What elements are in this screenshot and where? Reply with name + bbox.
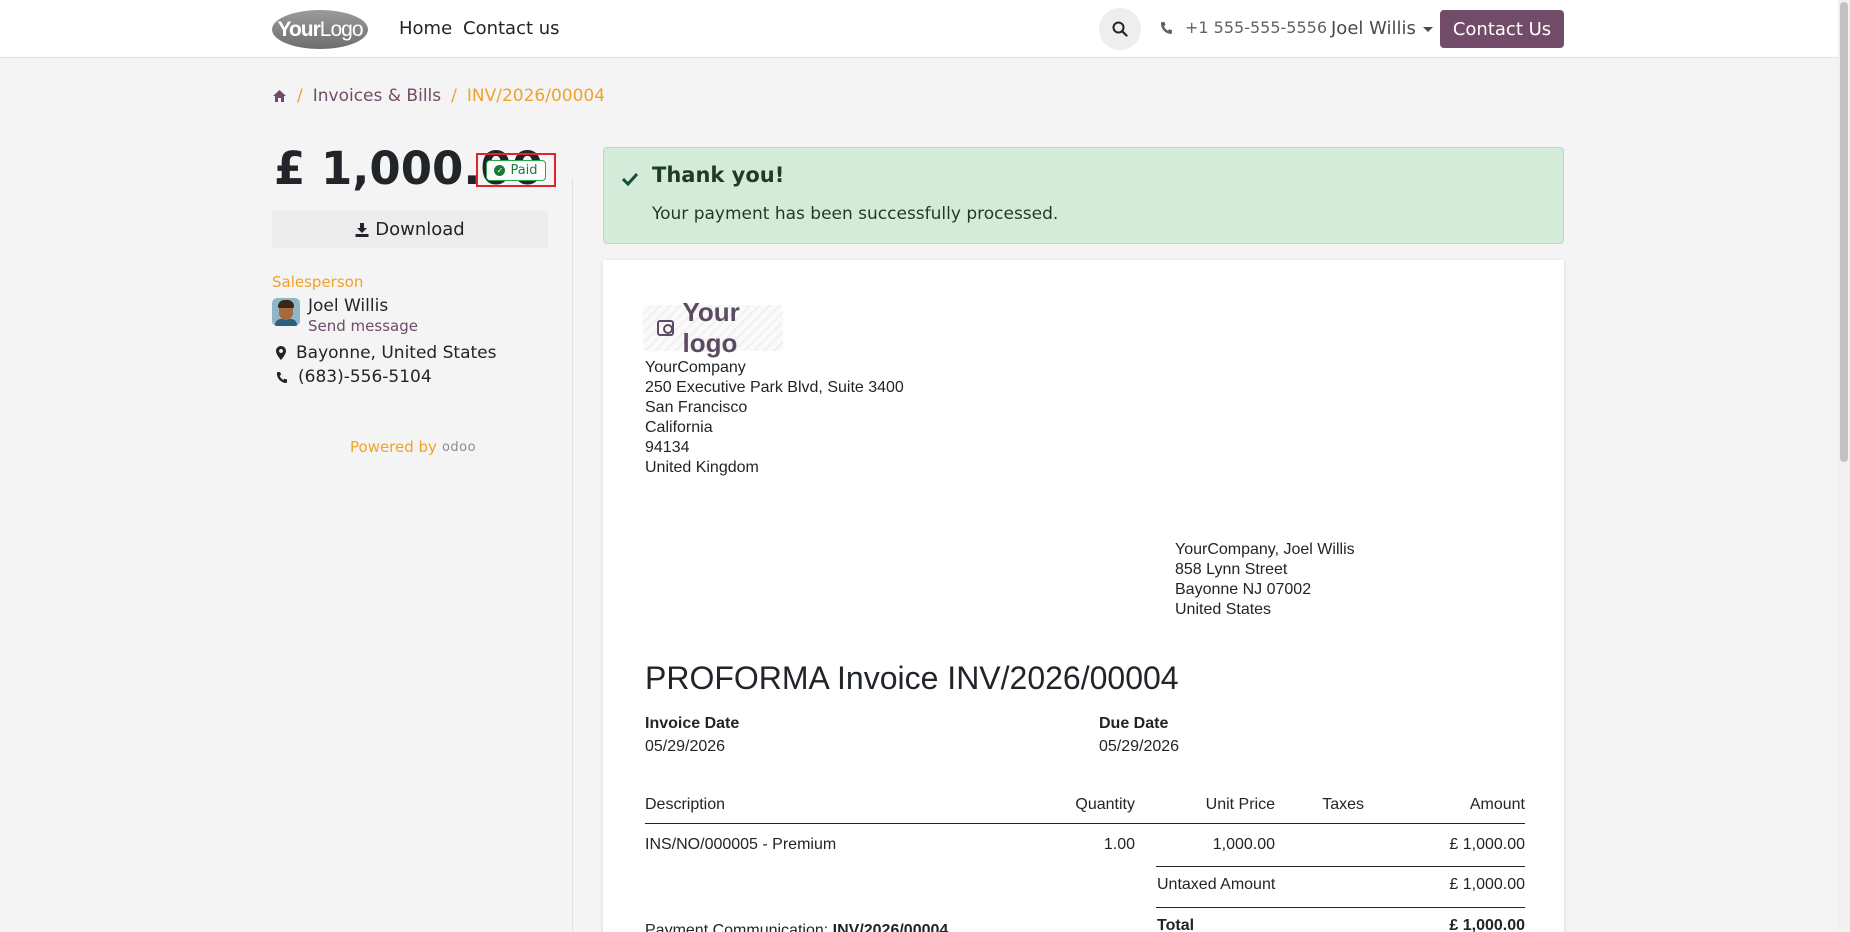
status-badge-highlight: ✓ Paid — [476, 153, 556, 187]
nav-home[interactable]: Home — [399, 18, 452, 39]
line-quantity: 1.00 — [1103, 836, 1135, 853]
total-value: £ 1,000.00 — [1449, 917, 1525, 932]
phone-text: (683)-556-5104 — [298, 367, 432, 387]
home-icon[interactable] — [272, 89, 287, 103]
table-row: INS/NO/000005 - Premium 1.00 1,000.00 £ … — [645, 824, 1525, 866]
breadcrumb-separator: / — [451, 86, 457, 106]
company-logo[interactable]: Your Logo — [272, 10, 368, 49]
odoo-logo: odoo — [441, 439, 477, 455]
user-name: Joel Willis — [1331, 18, 1416, 39]
address-line: United Kingdom — [645, 459, 759, 476]
invoice-lines-table: Description Quantity Unit Price Taxes Am… — [645, 794, 1525, 932]
column-header: Amount — [1469, 796, 1525, 813]
invoice-company-logo[interactable]: Your logo — [643, 297, 783, 358]
search-icon — [1112, 21, 1128, 37]
breadcrumb-separator: / — [297, 86, 303, 106]
check-circle-icon: ✓ — [494, 164, 506, 176]
payment-success-alert: Thank you! Your payment has been success… — [603, 147, 1564, 244]
phone-icon — [276, 371, 288, 383]
check-icon — [622, 172, 638, 186]
header-phone[interactable]: +1 555-555-5556 — [1160, 18, 1327, 37]
send-message-link[interactable]: Send message — [308, 317, 418, 335]
search-button[interactable] — [1099, 8, 1141, 50]
alert-title: Thank you! — [652, 163, 785, 187]
column-header: Taxes — [1322, 796, 1364, 813]
avatar — [272, 298, 300, 326]
address-line: 250 Executive Park Blvd, Suite 3400 — [645, 379, 904, 396]
invoice-date-label: Invoice Date — [645, 715, 740, 732]
caret-down-icon — [1422, 27, 1433, 32]
alert-message: Your payment has been successfully proce… — [652, 204, 1059, 224]
page-scrollbar[interactable] — [1838, 0, 1850, 932]
untaxed-value: £ 1,000.00 — [1449, 876, 1525, 893]
payment-communication: Payment Communication: INV/2026/00004 — [645, 922, 948, 932]
line-amount: £ 1,000.00 — [1449, 836, 1525, 853]
status-badge: ✓ Paid — [486, 159, 546, 181]
camera-icon — [657, 320, 675, 336]
address-line: YourCompany, Joel Willis — [1175, 541, 1355, 558]
invoice-date-block: Invoice Date 05/29/2026 — [645, 715, 739, 756]
contact-us-button[interactable]: Contact Us — [1440, 10, 1564, 48]
total-row: Payment Communication: INV/2026/00004 To… — [645, 908, 1525, 932]
location-text: Bayonne, United States — [296, 343, 497, 363]
powered-by-text: Powered by — [350, 438, 437, 456]
invoice-date-value: 05/29/2026 — [645, 738, 726, 755]
column-header: Unit Price — [1205, 796, 1275, 813]
salesperson-label: Salesperson — [272, 273, 364, 291]
download-icon — [355, 222, 369, 237]
salesperson-name: Joel Willis — [308, 296, 389, 316]
address-line: United States — [1175, 601, 1272, 618]
invoice-document: Your logo YourCompany 250 Executive Park… — [603, 260, 1564, 932]
payment-comm-label: Payment Communication: — [645, 922, 829, 932]
address-line: 858 Lynn Street — [1175, 561, 1288, 578]
scrollbar-thumb[interactable] — [1840, 2, 1848, 462]
salesperson-location: Bayonne, United States — [276, 343, 496, 363]
nav-contact-us[interactable]: Contact us — [463, 18, 560, 39]
payment-comm-value: INV/2026/00004 — [832, 922, 949, 932]
powered-by[interactable]: Powered by odoo — [350, 438, 476, 456]
due-date-label: Due Date — [1099, 715, 1169, 732]
column-header: Quantity — [1075, 796, 1135, 813]
download-label: Download — [375, 219, 465, 240]
company-address: YourCompany 250 Executive Park Blvd, Sui… — [645, 358, 904, 478]
header-phone-number: +1 555-555-5556 — [1185, 18, 1328, 37]
line-unit-price: 1,000.00 — [1212, 836, 1275, 853]
top-navbar: Your Logo Home Contact us +1 555-555-5556… — [0, 0, 1838, 58]
salesperson-phone: (683)-556-5104 — [276, 367, 432, 387]
address-line: 94134 — [645, 439, 690, 456]
download-button[interactable]: Download — [272, 211, 548, 248]
breadcrumb: / Invoices & Bills / INV/2026/00004 — [272, 86, 605, 106]
status-text: Paid — [510, 162, 538, 178]
line-description: INS/NO/000005 - Premium — [645, 836, 837, 853]
total-label: Total — [1157, 917, 1195, 932]
address-line: Bayonne NJ 07002 — [1175, 581, 1312, 598]
breadcrumb-current-invoice: INV/2026/00004 — [466, 86, 606, 106]
untaxed-row: Untaxed Amount £ 1,000.00 — [645, 866, 1525, 908]
sidebar-divider — [572, 178, 573, 932]
logo-text-bold: Your — [277, 17, 321, 41]
due-date-block: Due Date 05/29/2026 — [1099, 715, 1179, 756]
logo-text: Your logo — [682, 297, 740, 358]
breadcrumb-invoices-bills[interactable]: Invoices & Bills — [313, 86, 441, 106]
column-header: Description — [645, 796, 726, 813]
logo-text-light: Logo — [319, 17, 364, 41]
invoice-title: PROFORMA Invoice INV/2026/00004 — [645, 660, 1179, 696]
map-marker-icon — [276, 346, 286, 360]
address-line: YourCompany — [645, 359, 746, 376]
user-menu-dropdown[interactable]: Joel Willis — [1331, 18, 1433, 39]
address-line: San Francisco — [645, 399, 748, 416]
due-date-value: 05/29/2026 — [1099, 738, 1180, 755]
phone-icon — [1161, 21, 1172, 34]
address-line: California — [645, 419, 713, 436]
untaxed-label: Untaxed Amount — [1157, 876, 1276, 893]
table-header-row: Description Quantity Unit Price Taxes Am… — [645, 794, 1525, 824]
customer-address: YourCompany, Joel Willis 858 Lynn Street… — [1175, 540, 1355, 620]
